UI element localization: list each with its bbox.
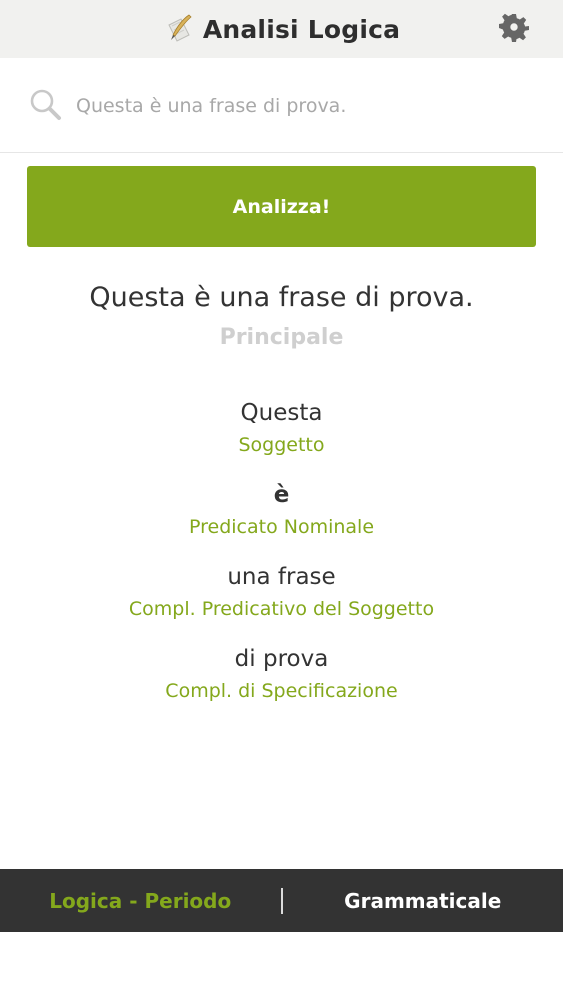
part-role: Predicato Nominale: [188, 516, 375, 538]
settings-button[interactable]: [497, 12, 531, 46]
sentence-parts: Questa Soggetto è Predicato Nominale una…: [0, 395, 563, 705]
part-role: Compl. di Specificazione: [165, 680, 398, 702]
sentence-part: di prova Compl. di Specificazione: [0, 641, 563, 705]
analyzed-sentence: Questa è una frase di prova.: [89, 282, 474, 313]
app-title: Analisi Logica: [202, 14, 401, 44]
analyze-button[interactable]: Analizza!: [27, 166, 536, 247]
part-word: una frase: [227, 564, 336, 590]
tab-grammaticale[interactable]: Grammaticale: [283, 869, 563, 932]
part-word: è: [273, 482, 290, 508]
sentence-part: è Predicato Nominale: [0, 477, 563, 541]
gear-icon: [498, 11, 530, 47]
analyze-button-label: Analizza!: [232, 195, 331, 218]
analysis-result: Questa è una frase di prova. Principale …: [0, 275, 563, 723]
part-role: Compl. Predicativo del Soggetto: [128, 598, 435, 620]
sentence-part: una frase Compl. Predicativo del Soggett…: [0, 559, 563, 623]
part-word: di prova: [234, 646, 329, 672]
part-role: Soggetto: [238, 434, 325, 456]
part-word: Questa: [240, 400, 323, 426]
tab-logica-periodo[interactable]: Logica - Periodo: [0, 869, 281, 932]
bottom-tab-bar: Logica - Periodo Grammaticale: [0, 869, 563, 932]
search-icon: [29, 88, 63, 122]
quill-paper-icon: [163, 13, 195, 45]
sentence-part: Questa Soggetto: [0, 395, 563, 459]
search-input[interactable]: [76, 86, 536, 126]
clause-type: Principale: [219, 325, 344, 350]
search-bar: [0, 58, 563, 153]
app-header: Analisi Logica: [0, 0, 563, 58]
